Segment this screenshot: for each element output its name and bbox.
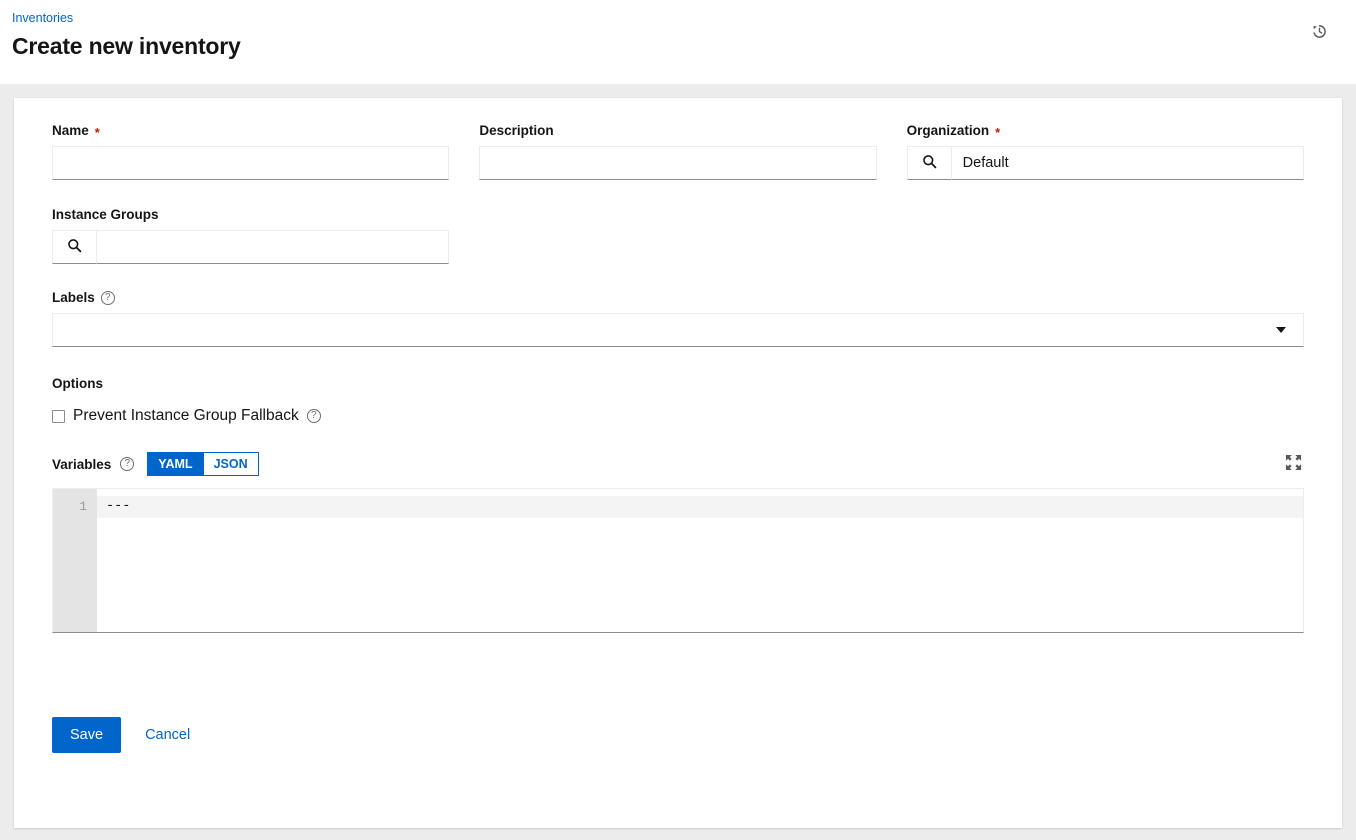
question-circle-icon[interactable]: ? (120, 457, 134, 471)
breadcrumb-inventories[interactable]: Inventories (12, 8, 1336, 26)
variables-section: Variables ? YAML JSON 1 (38, 452, 1318, 633)
form-row-primary: Name * Description Organization * (38, 122, 1318, 180)
cancel-button[interactable]: Cancel (133, 717, 202, 753)
instance-groups-label-row: Instance Groups (52, 206, 449, 224)
form-card: Name * Description Organization * (14, 98, 1342, 828)
variables-mode-json-button[interactable]: JSON (203, 452, 259, 476)
history-icon-button[interactable] (1306, 18, 1332, 44)
variables-code-editor[interactable]: 1 --- (52, 488, 1304, 633)
form-actions: Save Cancel (38, 717, 1318, 753)
prevent-instance-group-fallback-label[interactable]: Prevent Instance Group Fallback (73, 406, 299, 426)
organization-label: Organization (907, 122, 990, 140)
field-instance-groups: Instance Groups (52, 206, 449, 264)
expand-editor-button[interactable] (1282, 453, 1304, 475)
organization-required-indicator: * (995, 126, 1000, 139)
organization-input[interactable] (952, 146, 1304, 180)
page-header: Inventories Create new inventory (0, 0, 1356, 84)
history-icon (1311, 23, 1328, 40)
name-input[interactable] (52, 146, 449, 180)
instance-groups-search-button[interactable] (52, 230, 97, 264)
description-input[interactable] (479, 146, 876, 180)
variables-label: Variables (52, 457, 111, 472)
description-label: Description (479, 122, 553, 140)
prevent-fallback-row: Prevent Instance Group Fallback ? (52, 406, 1304, 426)
options-title: Options (52, 375, 1304, 393)
editor-line-content: --- (97, 496, 1303, 518)
labels-label-row: Labels ? (52, 289, 1304, 307)
variables-mode-yaml-button[interactable]: YAML (147, 452, 202, 476)
question-circle-icon[interactable]: ? (307, 409, 321, 423)
field-organization: Organization * (907, 122, 1304, 180)
search-icon (67, 238, 82, 256)
organization-input-group (907, 146, 1304, 180)
name-label-row: Name * (52, 122, 449, 140)
editor-code-area[interactable]: --- (97, 489, 1303, 632)
expand-arrows-icon (1285, 454, 1302, 474)
labels-label: Labels (52, 289, 95, 307)
organization-search-button[interactable] (907, 146, 952, 180)
variables-mode-toggle-group: YAML JSON (147, 452, 258, 476)
field-name: Name * (52, 122, 449, 180)
name-label: Name (52, 122, 89, 140)
form-row-instance-groups: Instance Groups (38, 206, 1318, 264)
page-title: Create new inventory (12, 31, 1336, 61)
name-required-indicator: * (95, 126, 100, 139)
instance-groups-input-group (52, 230, 449, 264)
labels-select[interactable] (52, 313, 1304, 347)
variables-header: Variables ? YAML JSON (52, 452, 1304, 476)
search-icon (922, 154, 937, 172)
instance-groups-input[interactable] (97, 230, 449, 264)
editor-line-numbers: 1 (53, 489, 97, 632)
question-circle-icon[interactable]: ? (101, 291, 115, 305)
editor-line-number: 1 (53, 496, 87, 518)
description-label-row: Description (479, 122, 876, 140)
header-actions (1306, 18, 1332, 44)
chevron-down-icon (1276, 327, 1286, 333)
prevent-instance-group-fallback-checkbox[interactable] (52, 410, 65, 423)
field-description: Description (479, 122, 876, 180)
options-section: Options Prevent Instance Group Fallback … (38, 375, 1318, 426)
field-labels: Labels ? (38, 289, 1318, 347)
save-button[interactable]: Save (52, 717, 121, 753)
organization-label-row: Organization * (907, 122, 1304, 140)
instance-groups-label: Instance Groups (52, 206, 159, 224)
